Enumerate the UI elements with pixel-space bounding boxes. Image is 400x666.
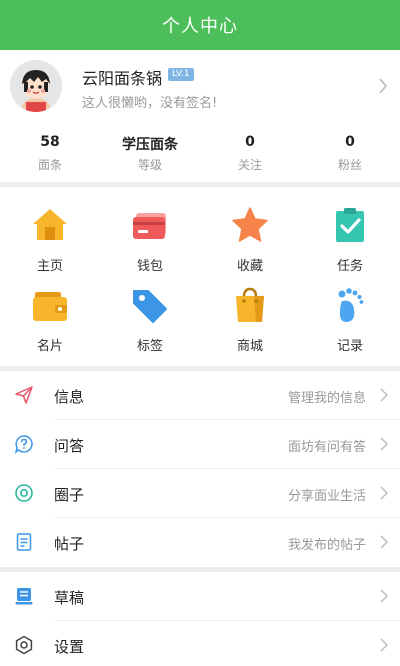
paper-plane-icon [15, 386, 33, 404]
grid-item-tasks[interactable]: 任务 [300, 187, 400, 274]
menu-item-drafts[interactable]: 草稿 [0, 572, 400, 621]
menu-label: 草稿 [54, 589, 85, 607]
avatar[interactable] [10, 60, 62, 112]
draft-icon [15, 588, 33, 605]
stat-value: 学压面条 [122, 137, 178, 153]
settings-icon [15, 635, 33, 655]
question-icon [14, 435, 33, 454]
menu-label: 问答 [54, 437, 85, 455]
stat-label: 等级 [137, 158, 162, 172]
grid-item-records[interactable]: 记录 [300, 267, 400, 354]
stat-label: 面条 [37, 158, 62, 172]
stat-value: 0 [345, 134, 355, 150]
stat-label: 粉丝 [337, 158, 362, 172]
menu-label: 帖子 [54, 535, 85, 553]
menu-item-settings[interactable]: 设置 [0, 621, 400, 666]
stat-value: 0 [245, 134, 255, 150]
footprint-icon [338, 288, 364, 322]
grid-label: 记录 [336, 339, 363, 354]
grid-item-wallet[interactable]: 钱包 [100, 187, 200, 274]
menu-label: 圈子 [54, 486, 85, 504]
menu-label: 信息 [54, 388, 85, 406]
grid-item-card[interactable]: 名片 [0, 267, 100, 354]
grid-item-tags[interactable]: 标签 [100, 267, 200, 354]
stat-followers[interactable]: 0 粉丝 [300, 128, 400, 182]
clipboard-check-icon [336, 208, 364, 242]
menu-item-qa[interactable]: 问答 面坊有问有答 [0, 420, 400, 469]
menu-item-circle[interactable]: 圈子 分享面业生活 [0, 469, 400, 518]
feature-grid: 主页 钱包 收藏 任务 名片 标签 商城 记录 [0, 187, 400, 365]
chevron-right-icon [380, 486, 388, 500]
chevron-right-icon [380, 388, 388, 402]
grid-item-mall[interactable]: 商城 [200, 267, 300, 354]
stat-following[interactable]: 0 关注 [200, 128, 300, 182]
menu-desc: 面坊有问有答 [287, 440, 366, 455]
grid-label: 名片 [36, 339, 63, 354]
stats-row: 58 面条 学压面条 等级 0 关注 0 粉丝 [0, 128, 400, 182]
stat-value: 58 [40, 134, 60, 150]
signature: 这人很懒哟，没有签名! [82, 96, 218, 111]
menu-section-other: 草稿 设置 [0, 572, 400, 666]
menu-item-posts[interactable]: 帖子 我发布的帖子 [0, 518, 400, 567]
grid-item-home[interactable]: 主页 [0, 187, 100, 274]
menu-desc: 我发布的帖子 [287, 538, 366, 553]
home-icon [33, 209, 67, 240]
card-wallet-icon [33, 292, 67, 321]
chevron-right-icon [380, 589, 388, 603]
grid-item-favorites[interactable]: 收藏 [200, 187, 300, 274]
menu-section-main: 信息 管理我的信息 问答 面坊有问有答 圈子 分享面业生活 帖子 我发布的帖子 [0, 371, 400, 567]
menu-item-messages[interactable]: 信息 管理我的信息 [0, 371, 400, 420]
avatar-image [10, 60, 62, 112]
menu-desc: 分享面业生活 [287, 489, 366, 504]
chevron-right-icon [379, 78, 388, 94]
tag-icon [133, 290, 167, 323]
star-icon [232, 207, 268, 242]
grid-label: 商城 [236, 339, 263, 354]
level-badge: LV.1 [168, 68, 194, 81]
chevron-right-icon [380, 437, 388, 451]
grid-label: 标签 [136, 339, 163, 354]
wallet-card-icon [133, 213, 166, 239]
username: 云阳面条锅 [82, 69, 163, 88]
menu-desc: 管理我的信息 [287, 391, 366, 406]
circle-icon [15, 484, 33, 502]
stat-label: 关注 [237, 158, 262, 172]
document-icon [16, 533, 32, 551]
chevron-right-icon [380, 638, 388, 652]
page-title: 个人中心 [162, 16, 238, 37]
shopping-bag-icon [236, 287, 264, 322]
profile-card[interactable]: 云阳面条锅 LV.1 这人很懒哟，没有签名! [0, 50, 400, 128]
app-header: 个人中心 [0, 0, 400, 50]
chevron-right-icon [380, 535, 388, 549]
menu-label: 设置 [54, 638, 85, 656]
stat-level[interactable]: 学压面条 等级 [100, 128, 200, 182]
stat-noodles[interactable]: 58 面条 [0, 128, 100, 182]
